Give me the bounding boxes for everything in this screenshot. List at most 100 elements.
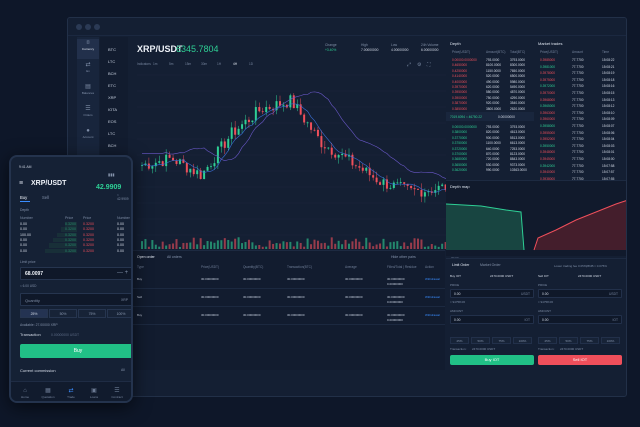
volume-bar [237,237,240,249]
toolbar-item[interactable]: Indicators [137,62,151,66]
coin-item[interactable]: IOTA [108,107,117,112]
bid-cell: 0.3620000 [452,168,468,173]
buy-percent-button[interactable]: 100% [513,337,532,344]
trade-cell: 15:08:12 [602,104,615,109]
transaction-value: 0.00000000 USDT [51,333,80,337]
window-dot[interactable] [76,24,82,30]
sell-percent-button[interactable]: 50% [559,337,578,344]
sell-amount-input[interactable]: 0.00 IOT [538,315,622,324]
coin-item[interactable]: BCH [108,71,116,76]
quantity-input[interactable]: Quantity XRP [20,293,131,306]
ask-cell: 750.0000 [486,95,500,100]
coin-item[interactable]: BCH [108,143,116,148]
toolbar-item[interactable]: 1m [153,62,157,66]
nav-label: Account [82,135,94,139]
nav-item-balances[interactable]: ▤ Balances [77,83,99,103]
bottom-nav-quotation[interactable]: ▦ Quotation [38,387,58,399]
sell-percent-button[interactable]: 75% [580,337,599,344]
withdraw-link[interactable]: Withdrawal [425,277,440,281]
phone-percent-button[interactable]: 75% [78,309,106,318]
phone-tab-buy[interactable]: Buy [20,195,27,200]
toolbar-tool-icon[interactable]: ⤢ [407,62,411,68]
phone-percent-button[interactable]: 100% [107,309,131,318]
nav-item-ex[interactable]: ⇄ Ex [77,61,99,81]
trade-tab[interactable]: Limit Order [452,263,469,267]
window-dot[interactable] [85,24,91,30]
orders-tab[interactable]: All orders [167,255,182,259]
bid-cell: 530.0000 [486,162,500,167]
toolbar-item[interactable]: 30m [201,62,207,66]
volume-bar [341,244,344,249]
toolbar-item[interactable]: 4H [233,62,237,66]
ask-cell: 4290.0000 [510,95,526,100]
buy-button[interactable]: Buy IOT [450,355,534,365]
phone-percent-button[interactable]: 50% [49,309,77,318]
toolbar-item[interactable]: 1D [249,62,253,66]
left-nav: ¤ Currency ⇄ Ex ▤ Balances ☰ Orders ● Account [77,37,99,155]
stat-label: Low [391,43,398,47]
candle [392,182,395,188]
price-input[interactable]: 68.0097 — + [20,267,131,280]
buy-amount-input[interactable]: 0.00 IOT [450,315,534,324]
buy-percent-button[interactable]: 25% [450,337,469,344]
depth-header: Price(USDT) [452,50,471,54]
sell-price-input[interactable]: 0.00 USDT [538,289,622,298]
depth-select[interactable]: Depth [20,208,29,212]
commission-all[interactable]: All [121,368,125,372]
bottom-nav-trade[interactable]: ⇄ Trade [61,387,81,399]
trades-header: Price(USDT) [540,50,559,54]
candlestick-chart[interactable] [137,71,482,251]
bottom-nav-contract[interactable]: ☰ Contract [107,387,127,399]
sell-percent-button[interactable]: 25% [538,337,557,344]
sell-button[interactable]: Sell IOT [538,355,622,365]
buy-percent-button[interactable]: 50% [471,337,490,344]
coin-item[interactable]: LTC [108,131,115,136]
buy-price-input[interactable]: 0.00 USDT [450,289,534,298]
orders-tab[interactable]: Open order [137,255,155,259]
phone-tab-sell[interactable]: Sell [42,195,49,200]
menu-icon[interactable]: ≡ [19,180,23,187]
hide-pairs-toggle[interactable]: Hide other pairs [391,255,416,259]
mid-select[interactable]: 0.00000000 [498,115,515,119]
coin-item[interactable]: XRP [108,95,116,100]
volume-bar [178,246,181,249]
orders-panel: Open order All orders Hide other pairs Type… [129,250,445,370]
toolbar-item[interactable]: 5m [169,62,173,66]
phone-buy-button[interactable]: Buy [20,344,131,358]
candle [396,182,399,184]
trade-cell: 15:08:07 [602,124,615,128]
volume-bar [365,237,368,249]
phone-percent-button[interactable]: 25% [20,309,48,318]
volume-bar [175,239,178,249]
sell-percent-button[interactable]: 100% [601,337,620,344]
toolbar-item[interactable]: 15m [185,62,191,66]
toolbar-tool-icon[interactable]: ⛶ [427,62,431,68]
bid-cell: 0.3720000 [452,146,468,151]
toolbar-tool-icon[interactable]: ⚙ [417,62,421,68]
bottom-nav-label: Home [20,395,29,399]
book-bar [61,227,77,232]
stepper-icon[interactable]: — + [117,270,128,276]
bottom-nav-home[interactable]: ⌂ Home [15,387,35,399]
buy-balance: 2470.0000 USDT [490,274,514,278]
withdraw-link[interactable]: Withdrawal [425,295,440,299]
coin-item[interactable]: LTC [108,59,115,64]
window-dot[interactable] [94,24,100,30]
coin-item[interactable]: BTC [108,47,116,52]
buy-percent-button[interactable]: 75% [492,337,511,344]
stat-0: Change +3.40% [325,43,337,52]
nav-item-orders[interactable]: ☰ Orders [77,105,99,125]
coin-item[interactable]: ETC [108,83,116,88]
trade-tab[interactable]: Market Order [480,263,501,267]
bottom-nav-loans[interactable]: ▣ Loans [84,387,104,399]
candle [323,147,326,149]
nav-item-currency[interactable]: ¤ Currency [77,39,99,59]
volume-bar [144,239,147,249]
withdraw-link[interactable]: Withdrawal [425,313,440,317]
coin-item[interactable]: EOS [108,119,116,124]
order-cell: 30.00000000 [345,277,363,281]
order-filled: 30.00000000 [387,313,405,317]
volume-bar [154,244,157,249]
nav-item-account[interactable]: ● Account [77,127,99,147]
toolbar-item[interactable]: 1H [217,62,221,66]
